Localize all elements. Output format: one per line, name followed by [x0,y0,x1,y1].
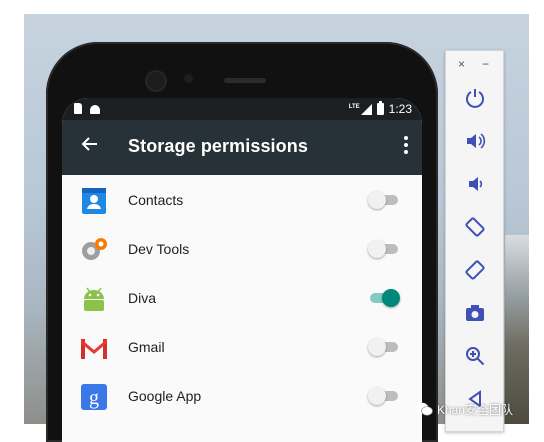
network-type: LTE [348,103,360,110]
earpiece-speaker [224,78,266,83]
gmail-icon [81,339,107,359]
list-item-google-app[interactable]: g Google App [62,371,422,420]
android-notification-icon [90,105,100,114]
background-mountain [505,235,529,424]
emulator-toolbar: × − [445,50,504,432]
app-label: Gmail [128,339,165,355]
svg-text:g: g [89,387,99,409]
close-icon[interactable]: × [458,57,465,71]
app-bar: Storage permissions [62,120,422,175]
page-title: Storage permissions [128,136,308,156]
app-label: Diva [128,290,157,306]
permission-toggle[interactable] [368,191,400,209]
watermark: Khan安全团队 [415,398,541,420]
google-icon: g [81,384,107,410]
list-item-diva[interactable]: Diva [62,273,422,322]
app-label: Dev Tools [128,241,190,257]
more-options-icon[interactable] [400,136,412,158]
volume-up-icon[interactable] [460,126,490,156]
list-item-gmail[interactable]: Gmail [62,322,422,371]
rotate-left-icon[interactable] [460,212,490,242]
permission-toggle[interactable] [368,387,400,405]
list-item-contacts[interactable]: Contacts [62,175,422,224]
permission-list: Contacts Dev Tools Diva Gmail g Google A… [62,175,422,420]
status-bar: LTE 1:23 [62,98,422,120]
permission-toggle[interactable] [368,289,400,307]
permission-toggle[interactable] [368,240,400,258]
rotate-right-icon[interactable] [460,255,490,285]
sd-card-icon [74,103,82,114]
wechat-icon [415,402,433,416]
power-icon[interactable] [460,83,490,113]
battery-icon [376,101,384,115]
watermark-text: Khan安全团队 [437,402,514,417]
android-icon [84,287,104,311]
back-arrow-icon[interactable] [76,132,102,160]
status-clock: 1:23 [388,102,412,116]
zoom-in-icon[interactable] [460,341,490,371]
sensor-icon [184,74,193,83]
phone-screen[interactable]: LTE 1:23 Storage permissions Contacts De… [62,98,422,442]
front-camera-icon [147,72,165,90]
contacts-icon [82,188,106,214]
signal-icon [360,103,372,115]
dev-tools-icon [82,238,107,260]
app-label: Contacts [128,192,184,208]
camera-icon[interactable] [460,298,490,328]
permission-toggle[interactable] [368,338,400,356]
minimize-icon[interactable]: − [482,57,489,71]
app-label: Google App [128,388,202,404]
phone-frame: LTE 1:23 Storage permissions Contacts De… [46,42,438,442]
volume-down-icon[interactable] [460,169,490,199]
list-item-dev-tools[interactable]: Dev Tools [62,224,422,273]
